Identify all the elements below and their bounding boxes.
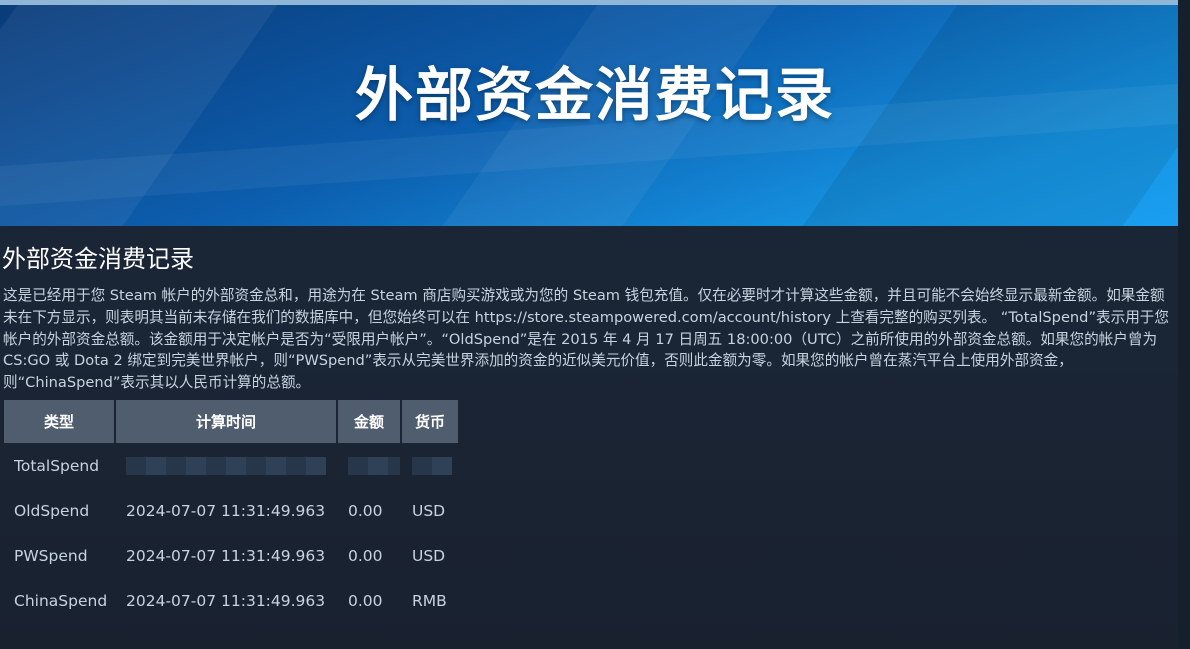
column-header-amount: 金额 [338, 400, 400, 443]
cell-amount: 0.00 [348, 546, 383, 565]
cell-time: 2024-07-07 11:31:49.963 [126, 501, 326, 520]
cell-currency-redacted [402, 443, 458, 488]
redacted-value [348, 456, 400, 475]
cell-time: 2024-07-07 11:31:49.963 [126, 591, 326, 610]
table-row: PWSpend 2024-07-07 11:31:49.963 0.00 USD [4, 533, 458, 578]
redacted-value [412, 456, 452, 475]
cell-amount: 0.00 [348, 591, 383, 610]
column-header-time: 计算时间 [116, 400, 336, 443]
cell-currency: USD [412, 501, 446, 520]
cell-type: ChinaSpend [14, 591, 108, 610]
cell-time-redacted [116, 443, 336, 488]
table-row: OldSpend 2024-07-07 11:31:49.963 0.00 US… [4, 488, 458, 533]
column-header-currency: 货币 [402, 400, 458, 443]
spend-table: 类型 计算时间 金额 货币 TotalSpend OldSpend 2024-0… [2, 400, 460, 623]
cell-currency: USD [412, 546, 446, 565]
page-scrollbar[interactable] [1178, 0, 1190, 649]
description-text: 这是已经用于您 Steam 帐户的外部资金总和，用途为在 Steam 商店购买游… [3, 287, 1169, 392]
table-row: TotalSpend [4, 443, 458, 488]
page-title: 外部资金消费记录 [2, 245, 194, 273]
cell-amount-redacted [338, 443, 400, 488]
cell-amount: 0.00 [348, 501, 383, 520]
redacted-value [126, 456, 326, 475]
banner-title: 外部资金消费记录 [354, 61, 835, 129]
cell-type: OldSpend [14, 501, 90, 520]
cell-currency: RMB [412, 591, 447, 610]
cell-type: PWSpend [14, 546, 88, 565]
cell-time: 2024-07-07 11:31:49.963 [126, 546, 326, 565]
table-row: ChinaSpend 2024-07-07 11:31:49.963 0.00 … [4, 578, 458, 623]
column-header-type: 类型 [4, 400, 114, 443]
table-header-row: 类型 计算时间 金额 货币 [4, 400, 458, 443]
cell-type: TotalSpend [14, 456, 100, 475]
